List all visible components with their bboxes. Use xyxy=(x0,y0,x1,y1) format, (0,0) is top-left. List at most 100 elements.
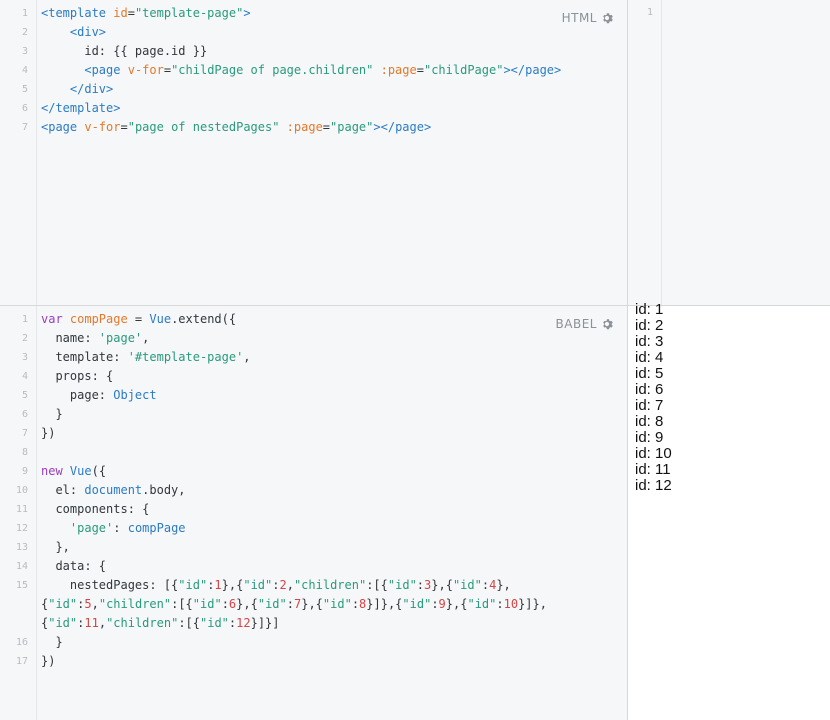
code-token: "id" xyxy=(257,597,287,611)
code-token: = xyxy=(416,63,424,77)
code-line[interactable]: 3 id: {{ page.id }} xyxy=(0,42,627,61)
code-token: "id" xyxy=(452,578,482,592)
code-token: : xyxy=(431,597,439,611)
code-token: page: xyxy=(41,388,114,402)
code-token: "id" xyxy=(243,578,273,592)
code-line[interactable]: 4 props: { xyxy=(0,367,627,386)
code-token: v-for xyxy=(84,120,121,134)
code-line[interactable]: 2 <div> xyxy=(0,23,627,42)
code-token: components: { xyxy=(41,502,150,516)
code-token: "id" xyxy=(48,616,78,630)
babel-editor-pane[interactable]: 1 var compPage = Vue.extend({2 name: 'pag… xyxy=(0,306,627,720)
code-token: 10 xyxy=(503,597,519,611)
babel-pane-label[interactable]: BABEL xyxy=(556,317,613,331)
gear-icon[interactable] xyxy=(601,318,613,330)
code-token: compPage xyxy=(69,312,128,326)
code-text: }, xyxy=(41,538,69,557)
code-token: :[{ xyxy=(366,578,388,592)
html-pane-label[interactable]: HTML xyxy=(562,11,613,25)
code-token: },{ xyxy=(236,597,258,611)
html-editor-pane[interactable]: 1 <template id="template-page"> 2 <div> 3 i… xyxy=(0,0,627,305)
code-line[interactable]: 6 } xyxy=(0,405,627,424)
code-token: : xyxy=(113,521,128,535)
code-line[interactable]: 13 }, xyxy=(0,538,627,557)
code-line[interactable]: 10 el: document.body, xyxy=(0,481,627,500)
code-line[interactable]: 16 } xyxy=(0,633,627,652)
code-token: , xyxy=(286,578,294,592)
code-line[interactable]: 12 'page': compPage xyxy=(0,519,627,538)
code-token: 2 xyxy=(279,578,287,592)
line-number: 16 xyxy=(15,637,28,648)
line-number: 7 xyxy=(21,122,28,133)
code-token: "children" xyxy=(293,578,367,592)
code-line[interactable]: 11 components: { xyxy=(0,500,627,519)
code-token: }]}, xyxy=(518,597,547,611)
code-line[interactable]: 4 <page v-for="childPage of page.childre… xyxy=(0,61,627,80)
babel-code-area[interactable]: 1 var compPage = Vue.extend({2 name: 'pag… xyxy=(0,310,627,671)
code-token: } xyxy=(41,635,63,649)
code-line[interactable]: 3 template: '#template-page', xyxy=(0,348,627,367)
code-line[interactable]: 15 nestedPages: [{"id":1},{"id":2,"child… xyxy=(0,576,627,595)
code-line[interactable]: {"id":5,"children":[{"id":6},{"id":7},{"… xyxy=(0,595,627,614)
code-token: } xyxy=(41,407,63,421)
code-token: ({ xyxy=(91,464,107,478)
code-token: = xyxy=(322,120,331,134)
code-token: new xyxy=(41,464,70,478)
code-token: 12 xyxy=(236,616,251,630)
code-line[interactable]: 7 <page v-for="page of nestedPages" :page… xyxy=(0,118,627,137)
code-token: = xyxy=(163,63,172,77)
code-line[interactable]: {"id":11,"children":[{"id":12}]}] xyxy=(0,614,627,633)
code-token: nestedPages: [{ xyxy=(41,578,179,592)
code-line[interactable]: 2 name: 'page', xyxy=(0,329,627,348)
code-token: }]},{ xyxy=(366,597,403,611)
line-number: 3 xyxy=(21,46,28,57)
code-token: "id" xyxy=(178,578,208,592)
code-token: </div> xyxy=(69,82,114,96)
code-token: v-for xyxy=(127,63,164,77)
code-token: "page of nestedPages" xyxy=(127,120,280,134)
code-line[interactable]: 5 page: Object xyxy=(0,386,627,405)
code-token: = xyxy=(120,120,128,134)
code-token: "childPage" xyxy=(423,63,504,77)
code-line[interactable]: 1 var compPage = Vue.extend({ xyxy=(0,310,627,329)
code-token: : xyxy=(416,578,425,592)
output-preview-pane: id: 1 id: 2 id: 3 id: 4 id: 5 id: 6 id: 7 id: 8… xyxy=(628,302,830,720)
code-line[interactable]: 8 xyxy=(0,443,627,462)
code-token: "id" xyxy=(48,597,78,611)
code-text: components: { xyxy=(41,500,149,519)
result-editor-area[interactable] xyxy=(662,0,830,305)
code-text: data: { xyxy=(41,557,106,576)
code-line[interactable]: 7}) xyxy=(0,424,627,443)
code-token: : xyxy=(496,597,504,611)
code-text: 'page': compPage xyxy=(41,519,186,538)
code-token: id xyxy=(113,6,128,20)
line-number: 17 xyxy=(15,656,28,667)
code-line[interactable]: 6 </template> xyxy=(0,99,627,118)
code-line[interactable]: 5 </div> xyxy=(0,80,627,99)
code-token: .extend({ xyxy=(171,312,237,326)
code-text: page: Object xyxy=(41,386,157,405)
line-number: 8 xyxy=(21,447,28,458)
html-code-area[interactable]: 1 <template id="template-page"> 2 <div> 3 i… xyxy=(0,4,627,137)
code-line[interactable]: 9 new Vue({ xyxy=(0,462,627,481)
code-line[interactable]: 17}) xyxy=(0,652,627,671)
code-text: new Vue({ xyxy=(41,462,106,481)
code-token: }]}] xyxy=(250,616,280,630)
code-token: "id" xyxy=(467,597,497,611)
output-item: id: 4 xyxy=(635,349,664,366)
code-text: <div> xyxy=(41,23,106,42)
gear-icon[interactable] xyxy=(601,12,613,24)
code-token: <template xyxy=(41,6,114,20)
code-line[interactable]: 1 <template id="template-page"> xyxy=(0,4,627,23)
code-text: props: { xyxy=(41,367,113,386)
code-token: document xyxy=(84,483,143,497)
code-line[interactable]: 14 data: { xyxy=(0,557,627,576)
code-token: : xyxy=(286,597,294,611)
code-token: },{ xyxy=(445,597,468,611)
code-text: nestedPages: [{"id":1},{"id":2,"children… xyxy=(41,576,511,595)
result-gutter: 1 xyxy=(628,0,662,305)
code-token: = xyxy=(127,312,150,326)
code-token: <page xyxy=(84,63,128,77)
code-text: } xyxy=(41,405,63,424)
code-token: props: { xyxy=(41,369,114,383)
